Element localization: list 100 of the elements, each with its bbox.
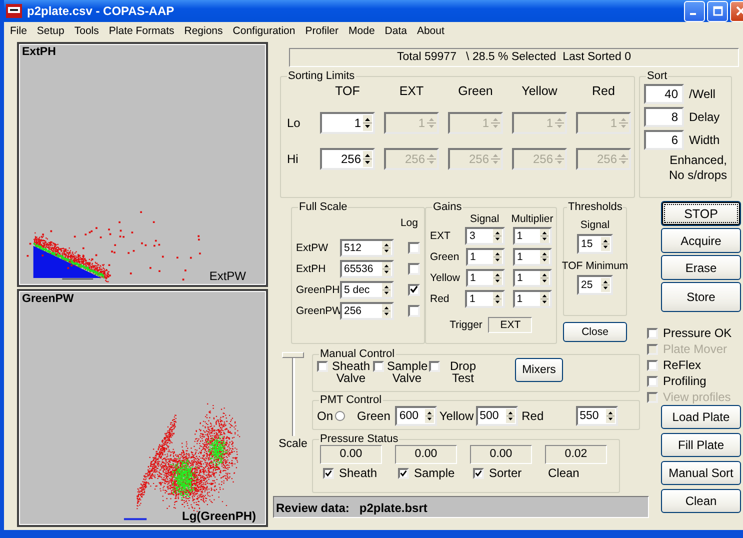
menu-item[interactable]: Data <box>380 25 412 37</box>
spin-arrows-icon[interactable] <box>601 278 610 292</box>
spin-field[interactable]: 1 <box>513 248 552 266</box>
radio-button[interactable] <box>335 411 346 421</box>
spin-arrows-icon[interactable] <box>363 115 372 131</box>
checkbox[interactable] <box>317 361 328 372</box>
field-label: Yellow <box>439 409 474 423</box>
spin-field[interactable]: 5 dec <box>340 280 394 298</box>
menu-item[interactable]: File <box>5 25 32 37</box>
spin-arrows-icon[interactable] <box>493 250 502 264</box>
slider-thumb[interactable] <box>282 352 304 358</box>
spin-field[interactable]: 65536 <box>340 260 394 278</box>
column-label: Yellow <box>520 84 558 98</box>
checkbox[interactable] <box>429 361 440 372</box>
group-title: Sort <box>646 70 668 82</box>
row-label: ExtPH <box>296 262 327 274</box>
plate-button[interactable]: Fill Plate <box>661 433 741 457</box>
menu-item[interactable]: Tools <box>69 25 104 37</box>
minimize-button[interactable] <box>684 0 705 22</box>
spin-arrows-icon[interactable] <box>382 262 391 276</box>
spin-arrows-icon[interactable] <box>425 409 434 423</box>
mixers-button[interactable]: Mixers <box>515 358 563 382</box>
spin-field[interactable]: 500 <box>476 406 518 426</box>
spin-arrows-icon[interactable] <box>492 228 502 242</box>
spin-field[interactable]: 1 <box>466 268 505 286</box>
spin-arrows-icon[interactable] <box>540 292 549 306</box>
spin-arrows-icon[interactable] <box>606 409 615 423</box>
group-title: Thresholds <box>567 201 624 213</box>
status-bar: Total 59977 \ 28.5 % Selected Last Sorted 0 <box>289 48 739 67</box>
spin-arrows-icon[interactable] <box>540 270 549 284</box>
group-title: Manual Control <box>319 348 396 360</box>
checkbox[interactable] <box>647 360 658 370</box>
spin-field[interactable]: 1 <box>513 268 552 286</box>
checkbox[interactable] <box>408 304 420 316</box>
spin-arrows-icon[interactable] <box>493 270 502 284</box>
menu-item[interactable]: Profiler <box>300 25 344 37</box>
spin-field[interactable]: 256 <box>340 302 394 320</box>
action-button[interactable]: Store <box>661 282 741 312</box>
spin-arrows-icon[interactable] <box>382 282 391 296</box>
action-button[interactable]: Erase <box>661 255 741 280</box>
number-field[interactable]: 6 <box>644 130 684 150</box>
checkbox[interactable] <box>373 361 384 372</box>
plate-button[interactable]: Load Plate <box>661 405 741 429</box>
radio-label: On <box>317 409 334 423</box>
spin-field[interactable]: 1 <box>320 112 375 134</box>
action-button[interactable]: STOP <box>661 201 741 226</box>
spin-arrows-icon[interactable] <box>540 228 549 242</box>
number-field[interactable]: 40 <box>644 84 684 104</box>
menu-item[interactable]: Setup <box>32 25 70 37</box>
spin-arrows-icon[interactable] <box>492 292 502 306</box>
maximize-button[interactable] <box>707 0 728 22</box>
checkbox[interactable] <box>408 242 420 254</box>
group-title: Gains <box>432 201 463 213</box>
menu-item[interactable]: Configuration <box>228 25 300 37</box>
column-label: Green <box>457 84 494 98</box>
menu-item[interactable]: Regions <box>179 25 228 37</box>
window-title: p2plate.csv - COPAS-AAP <box>27 4 176 18</box>
spin-arrows-icon[interactable] <box>540 250 549 264</box>
checkbox[interactable] <box>398 468 409 478</box>
checkbox-label: Sample <box>414 466 455 480</box>
spin-field[interactable]: 15 <box>577 234 613 254</box>
spin-field[interactable]: 1 <box>466 248 505 266</box>
field-label: Signal <box>580 219 610 231</box>
checkbox-label: Clean <box>548 466 580 480</box>
spin-field[interactable]: 3 <box>465 226 505 244</box>
checkbox[interactable] <box>323 468 334 478</box>
spin-field[interactable]: 1 <box>512 226 552 244</box>
spin-field[interactable]: 256 <box>320 148 375 170</box>
close-panel-button[interactable]: Close <box>563 322 627 342</box>
checkbox-label: Pressure OK <box>663 326 732 340</box>
spin-field[interactable]: 1 <box>465 290 505 308</box>
spin-field[interactable]: 25 <box>577 275 613 295</box>
field-label: Delay <box>689 110 720 124</box>
spin-field[interactable]: 512 <box>340 238 394 256</box>
spin-field[interactable]: 550 <box>576 406 618 426</box>
spin-arrows-icon[interactable] <box>601 237 610 251</box>
row-label: ExtPW <box>296 242 330 254</box>
menu-item[interactable]: Plate Formats <box>104 25 180 37</box>
menu-item[interactable]: About <box>412 25 450 37</box>
number-field[interactable]: 8 <box>644 107 684 127</box>
plate-button[interactable]: Manual Sort <box>661 461 741 485</box>
menu-item[interactable]: Mode <box>344 25 380 37</box>
spin-arrows-icon[interactable] <box>382 240 391 254</box>
spin-field[interactable]: 1 <box>512 290 552 308</box>
checkbox[interactable] <box>408 284 420 296</box>
spin-arrows-icon[interactable] <box>363 151 372 167</box>
column-label: Signal <box>470 213 500 225</box>
pressure-reading: 0.02 <box>545 445 607 464</box>
row-label: EXT <box>430 230 452 242</box>
spin-field[interactable]: 600 <box>395 406 438 426</box>
spin-arrows-icon[interactable] <box>382 304 391 318</box>
checkbox[interactable] <box>408 262 420 274</box>
checkbox[interactable] <box>473 468 484 478</box>
action-button[interactable]: Acquire <box>661 228 741 253</box>
slider-track[interactable] <box>282 352 304 436</box>
spin-arrows-icon[interactable] <box>506 409 515 423</box>
checkbox[interactable] <box>647 328 658 338</box>
pressure-reading: 0.00 <box>470 445 532 464</box>
checkbox[interactable] <box>647 376 658 386</box>
plate-button[interactable]: Clean <box>661 489 741 513</box>
